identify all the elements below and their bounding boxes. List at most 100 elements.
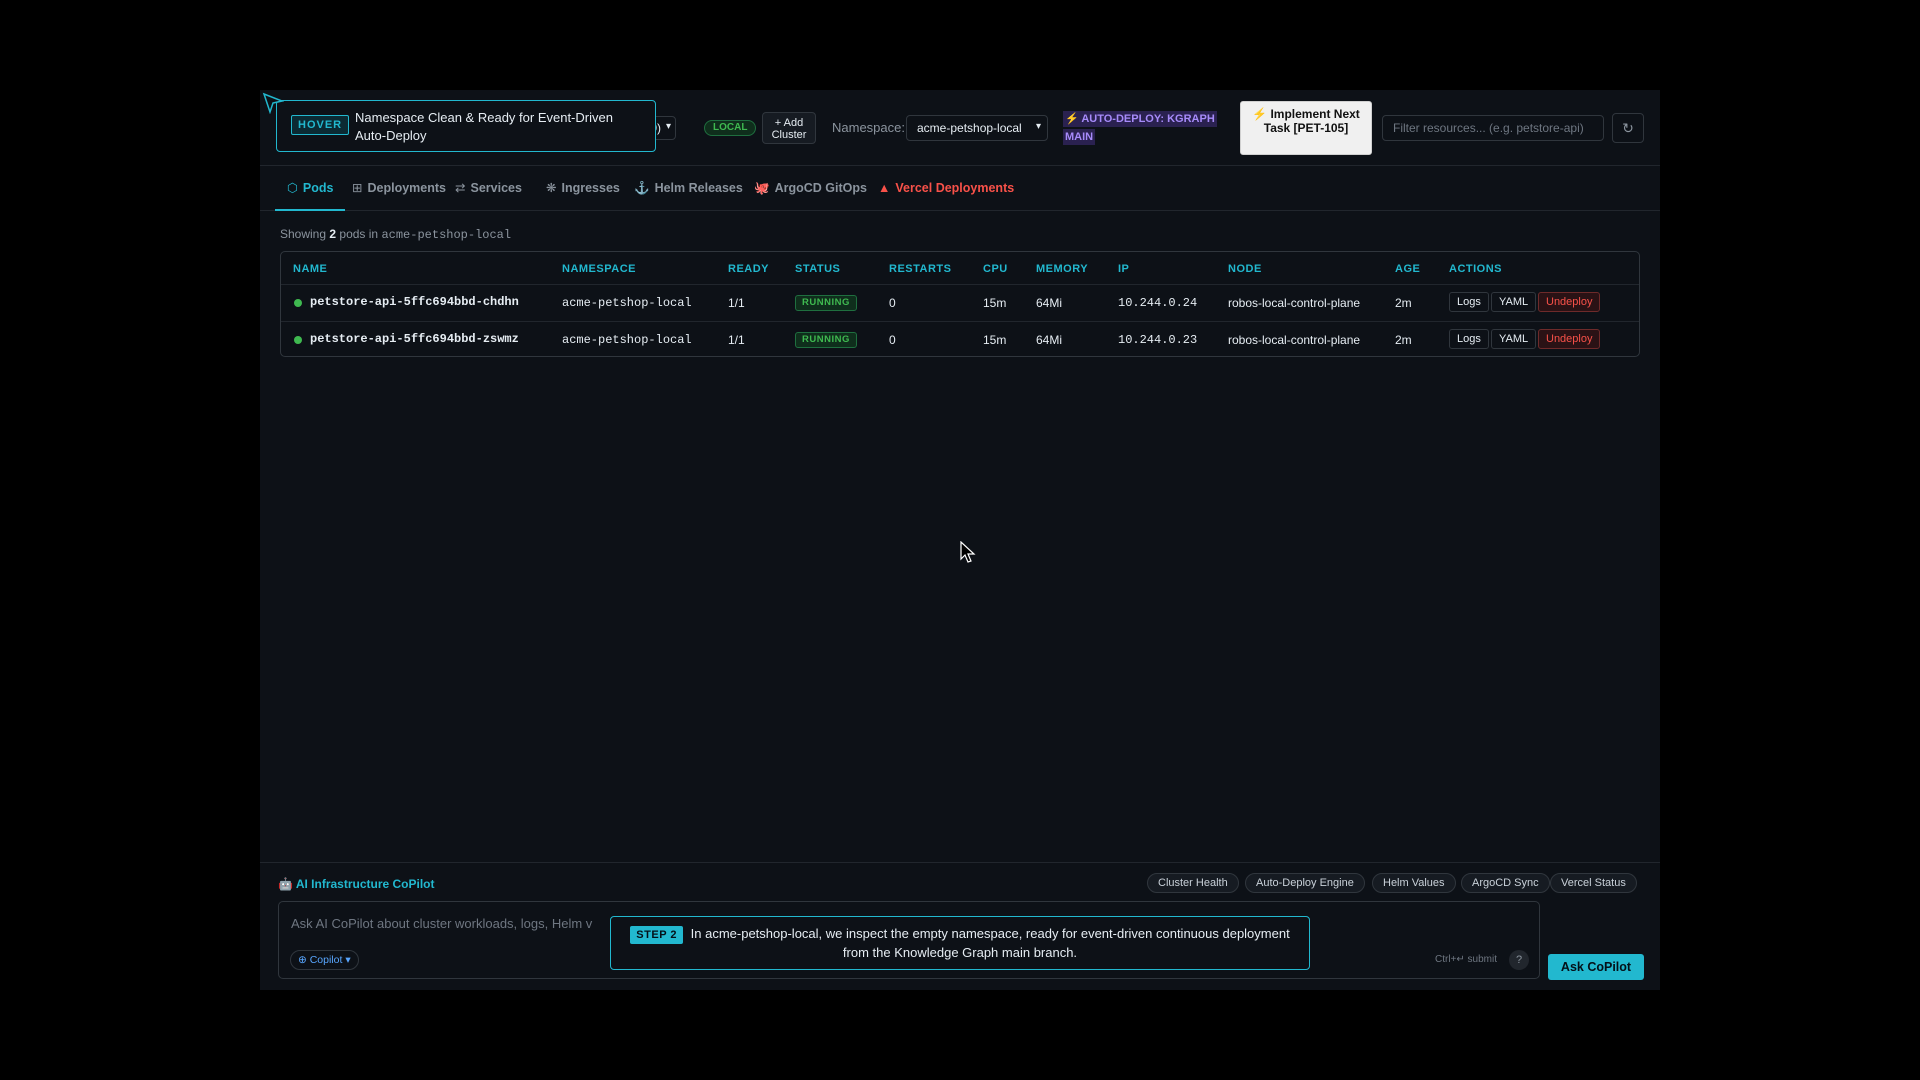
logs-button[interactable]: Logs (1449, 329, 1489, 349)
showing-namespace: acme-petshop-local (381, 228, 512, 242)
pod-age: 2m (1395, 296, 1412, 310)
status-badge: RUNNING (795, 332, 857, 348)
pod-icon: ⬡ (287, 181, 298, 195)
status-dot (294, 299, 302, 307)
filter-resources-input[interactable] (1382, 115, 1604, 141)
showing-prefix: Showing (280, 227, 327, 241)
tab-ingresses[interactable]: ❋ Ingresses (534, 166, 632, 211)
tab-label: Vercel Deployments (895, 181, 1015, 195)
arrows-icon: ⇄ (455, 181, 466, 195)
status-badge: RUNNING (795, 295, 857, 311)
table-row[interactable]: petstore-api-5ffc694bbd-chdhn acme-petsh… (281, 284, 1639, 321)
chip-cluster-health[interactable]: Cluster Health (1147, 873, 1239, 893)
column-header-namespace[interactable]: NAMESPACE (562, 263, 636, 275)
results-summary: Showing 2 pods in acme-petshop-local (280, 227, 511, 242)
pod-name[interactable]: petstore-api-5ffc694bbd-chdhn (310, 295, 519, 309)
pod-age: 2m (1395, 333, 1412, 347)
cluster-type-badge: LOCAL (704, 120, 757, 136)
logs-button[interactable]: Logs (1449, 292, 1489, 312)
tab-deployments[interactable]: ⊞ Deployments (340, 166, 458, 211)
pod-name[interactable]: petstore-api-5ffc694bbd-zswmz (310, 332, 519, 346)
submit-hint: Ctrl+↵ submit (1434, 954, 1497, 965)
column-header-age[interactable]: AGE (1395, 263, 1420, 275)
pod-ip: 10.244.0.24 (1118, 296, 1198, 310)
ask-copilot-button[interactable]: Ask CoPilot (1548, 954, 1644, 980)
chip-argocd-sync[interactable]: ArgoCD Sync (1461, 873, 1550, 893)
pod-restarts: 0 (889, 296, 896, 310)
namespace-label: Namespace: (832, 120, 905, 135)
tab-vercel-deployments[interactable]: ▲ Vercel Deployments (866, 166, 1026, 211)
auto-deploy-label: ⚡ AUTO-DEPLOY: KGRAPH MAIN (1063, 111, 1217, 145)
pod-ip: 10.244.0.23 (1118, 333, 1198, 347)
yaml-button[interactable]: YAML (1491, 292, 1537, 312)
chip-auto-deploy-engine[interactable]: Auto-Deploy Engine (1245, 873, 1365, 893)
refresh-button[interactable]: ↻ (1612, 113, 1644, 143)
pod-restarts: 0 (889, 333, 896, 347)
tab-label: Deployments (367, 181, 446, 195)
table-row[interactable]: petstore-api-5ffc694bbd-zswmz acme-petsh… (281, 321, 1639, 358)
namespace-select-value: acme-petshop-local (917, 121, 1022, 135)
model-selector[interactable]: ⊕ Copilot ▾ (290, 950, 359, 970)
step-tag: STEP 2 (630, 926, 684, 944)
anchor-icon: ⚓ (634, 181, 650, 195)
resource-tabs: ⬡ Pods ⊞ Deployments ⇄ Services ❋ Ingresses … (260, 166, 1660, 211)
yaml-button[interactable]: YAML (1491, 329, 1537, 349)
pods-table: NAME NAMESPACE READY STATUS RESTARTS CPU… (280, 251, 1640, 357)
tab-pods[interactable]: ⬡ Pods (275, 166, 346, 211)
pod-cpu: 15m (983, 333, 1007, 347)
pod-ready: 1/1 (728, 296, 745, 310)
tab-label: Helm Releases (654, 181, 743, 195)
app-window: .0) ▾ LOCAL + Add Cluster Namespace: acm… (260, 90, 1660, 990)
pod-namespace: acme-petshop-local (562, 333, 692, 347)
pod-count: 2 (329, 227, 337, 241)
copilot-title: 🤖 AI Infrastructure CoPilot (278, 877, 435, 891)
refresh-icon: ↻ (1622, 120, 1634, 136)
pod-memory: 64Mi (1036, 333, 1063, 347)
column-header-ready[interactable]: READY (728, 263, 769, 275)
hover-text: Namespace Clean & Ready for Event-Driven… (355, 110, 613, 143)
auto-deploy-badge: ⚡ AUTO-DEPLOY: KGRAPH MAIN (1063, 110, 1225, 146)
chevron-down-icon: ▾ (665, 121, 671, 132)
ingress-icon: ❋ (546, 181, 557, 195)
implement-next-task-button[interactable]: ⚡ Implement Next Task [PET-105] (1240, 101, 1372, 155)
column-header-memory[interactable]: MEMORY (1036, 263, 1088, 275)
step-text: In acme-petshop-local, we inspect the em… (690, 926, 1290, 960)
pod-node: robos-local-control-plane (1228, 333, 1361, 347)
chip-helm-values[interactable]: Helm Values (1372, 873, 1456, 893)
pod-memory: 64Mi (1036, 296, 1063, 310)
column-header-status[interactable]: STATUS (795, 263, 840, 275)
status-dot (294, 336, 302, 344)
column-header-name[interactable]: NAME (293, 263, 327, 275)
help-icon[interactable]: ? (1509, 950, 1529, 970)
pod-namespace: acme-petshop-local (562, 296, 692, 310)
column-header-actions: ACTIONS (1449, 263, 1502, 275)
column-header-cpu[interactable]: CPU (983, 263, 1008, 275)
hover-tooltip: HOVER Namespace Clean & Ready for Event-… (276, 100, 656, 152)
column-header-restarts[interactable]: RESTARTS (889, 263, 951, 275)
mouse-cursor-icon (960, 541, 976, 563)
copilot-placeholder: Ask AI CoPilot about cluster workloads, … (291, 916, 593, 931)
tab-helm-releases[interactable]: ⚓ Helm Releases (622, 166, 755, 211)
undeploy-button[interactable]: Undeploy (1538, 292, 1601, 312)
showing-mid: pods in (339, 227, 379, 241)
namespace-select[interactable]: acme-petshop-local ▾ (906, 115, 1048, 141)
chip-vercel-status[interactable]: Vercel Status (1550, 873, 1637, 893)
add-cluster-button[interactable]: + Add Cluster (762, 112, 816, 144)
hover-pointer-icon (262, 92, 284, 114)
tab-label: Pods (302, 181, 334, 195)
tab-argocd-gitops[interactable]: 🐙 ArgoCD GitOps (742, 166, 879, 211)
tab-services[interactable]: ⇄ Services (443, 166, 534, 211)
tab-label: Services (470, 181, 522, 195)
pod-ready: 1/1 (728, 333, 745, 347)
hover-tag: HOVER (291, 115, 350, 135)
grid-icon: ⊞ (352, 181, 363, 195)
column-header-ip[interactable]: IP (1118, 263, 1129, 275)
octopus-icon: 🐙 (754, 181, 770, 195)
undeploy-button[interactable]: Undeploy (1538, 329, 1601, 349)
column-header-node[interactable]: NODE (1228, 263, 1262, 275)
tab-label: Ingresses (561, 181, 620, 195)
triangle-icon: ▲ (878, 181, 891, 195)
chevron-down-icon: ▾ (1035, 121, 1041, 132)
step-tooltip: STEP 2 In acme-petshop-local, we inspect… (610, 916, 1310, 970)
pod-cpu: 15m (983, 296, 1007, 310)
